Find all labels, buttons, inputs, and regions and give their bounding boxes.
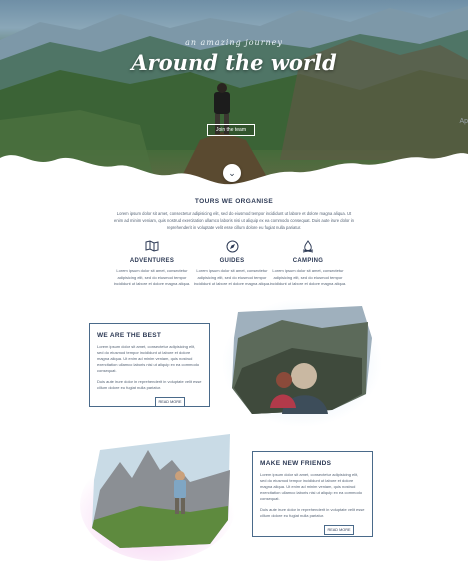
tours-description: Lorem ipsum dolor sit amet, consectetur …	[114, 211, 354, 230]
compass-icon	[192, 240, 272, 254]
scroll-down-button[interactable]: ⌄	[223, 164, 241, 182]
friends-card: MAKE NEW FRIENDS Lorem ipsum dolor sit a…	[252, 451, 373, 537]
side-tab[interactable]: Ap	[459, 118, 468, 125]
best-read-more-button[interactable]: READ MORE	[155, 397, 185, 407]
feature-adventures: ADVENTURES Lorem ipsum dolor sit amet, c…	[112, 240, 192, 288]
friends-card-paragraph-2: Duis aute irure dolor in reprehenderit i…	[260, 507, 365, 518]
join-team-button[interactable]: Join the team	[207, 124, 255, 136]
hero-subtitle: an amazing journey	[185, 38, 283, 47]
feature-text: Lorem ipsum dolor sit amet, consectetur …	[269, 268, 347, 286]
best-card-title: WE ARE THE BEST	[97, 332, 162, 339]
best-card: WE ARE THE BEST Lorem ipsum dolor sit am…	[89, 323, 210, 407]
friends-photo	[222, 299, 382, 427]
friends-card-paragraph: Lorem ipsum dolor sit amet, consectetur …	[260, 472, 363, 501]
feature-text: Lorem ipsum dolor sit amet, consectetur …	[193, 268, 271, 286]
chevron-down-icon: ⌄	[228, 168, 236, 178]
mountain-hiker-photo	[80, 434, 236, 561]
feature-label: ADVENTURES	[129, 258, 175, 264]
feature-text: Lorem ipsum dolor sit amet, consectetur …	[113, 268, 191, 286]
best-card-paragraph-2: Duis aute irure dolor in reprehenderit i…	[97, 379, 202, 390]
friends-card-title: MAKE NEW FRIENDS	[260, 460, 332, 467]
campfire-icon	[268, 240, 348, 254]
map-icon	[112, 240, 192, 254]
best-card-paragraph: Lorem ipsum dolor sit amet, consectetur …	[97, 344, 200, 373]
friends-read-more-button[interactable]: READ MORE	[324, 525, 354, 535]
hero-title: Around the world	[131, 50, 337, 75]
feature-guides: GUIDES Lorem ipsum dolor sit amet, conse…	[192, 240, 272, 288]
feature-label: CAMPING	[292, 258, 324, 264]
feature-camping: CAMPING Lorem ipsum dolor sit amet, cons…	[268, 240, 348, 288]
feature-label: GUIDES	[219, 258, 245, 264]
tours-title: TOURS WE ORGANISE	[194, 198, 274, 205]
